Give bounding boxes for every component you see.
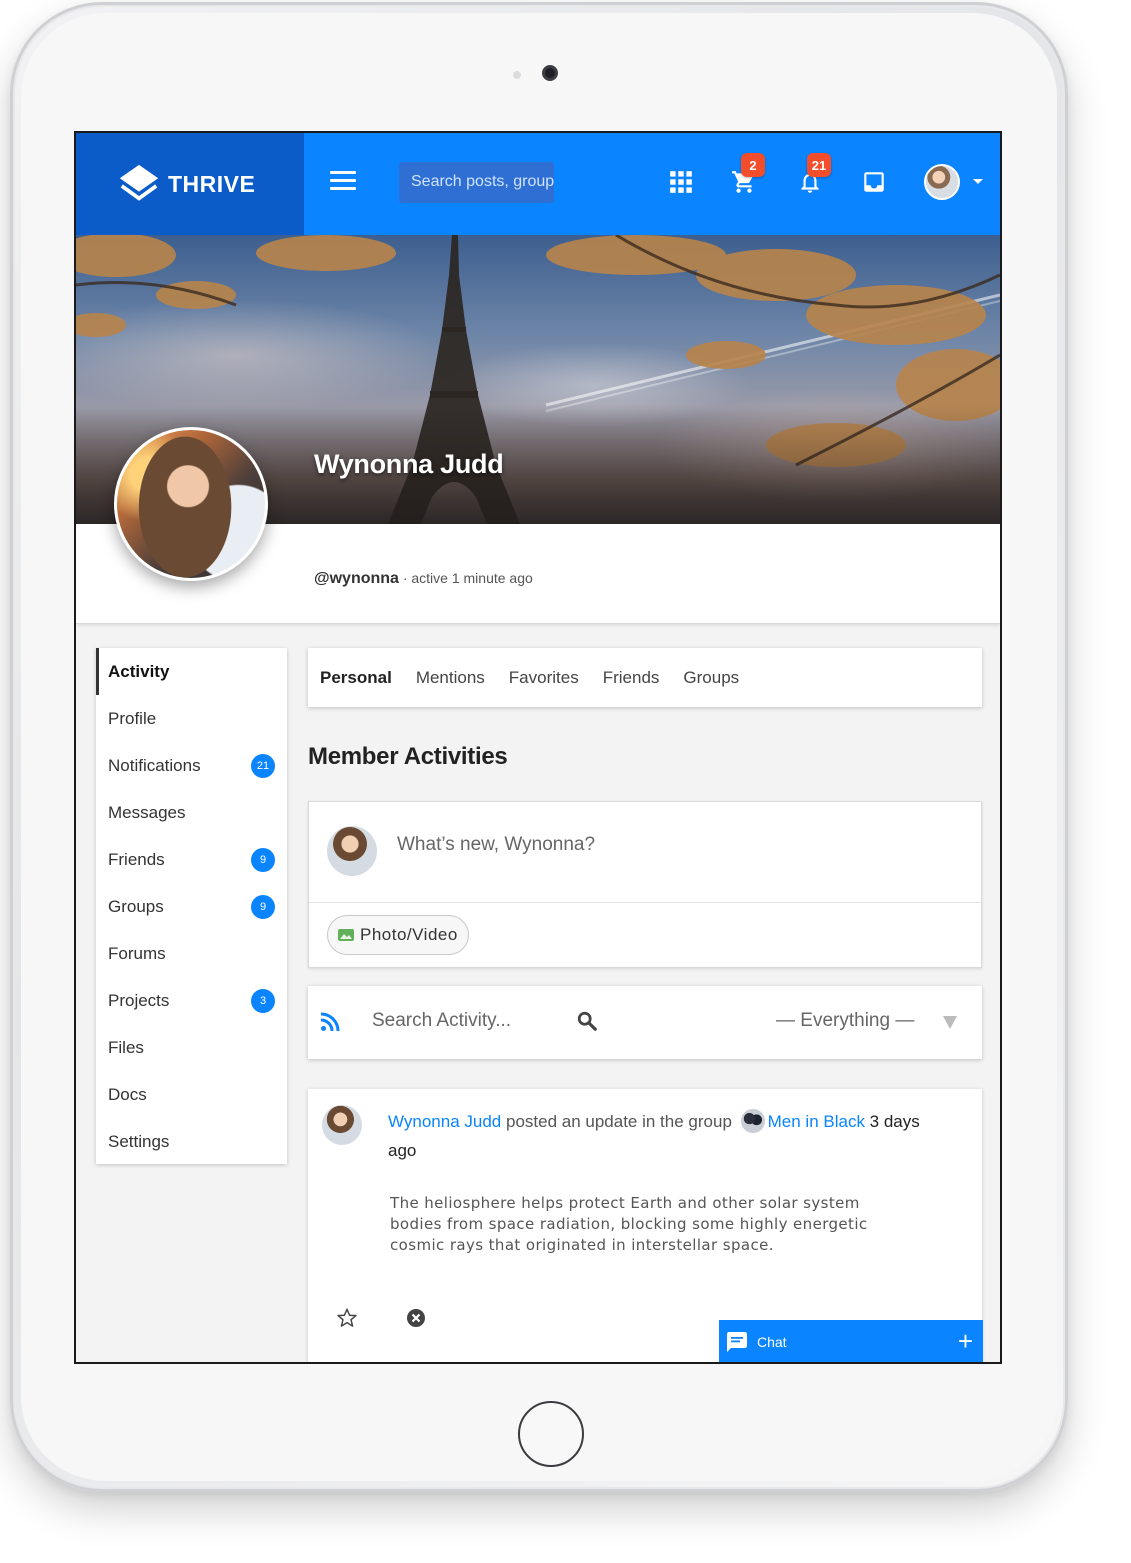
sidebar-item-friends[interactable]: Friends 9 bbox=[96, 836, 287, 883]
sidebar-item-label: Activity bbox=[108, 661, 170, 681]
chat-bar[interactable]: Chat + bbox=[719, 1320, 983, 1362]
front-camera bbox=[542, 65, 558, 81]
sidebar-item-docs[interactable]: Docs bbox=[96, 1071, 287, 1118]
home-button[interactable] bbox=[518, 1401, 584, 1467]
cart-icon[interactable]: 2 bbox=[729, 153, 765, 197]
projects-count-badge: 3 bbox=[251, 988, 275, 1013]
user-avatar[interactable] bbox=[924, 164, 960, 200]
inbox-icon[interactable] bbox=[859, 167, 889, 197]
sidebar-item-label: Messages bbox=[108, 802, 186, 822]
global-search-input[interactable]: Search posts, groups bbox=[399, 162, 554, 203]
bell-icon[interactable]: 21 bbox=[795, 153, 831, 197]
sidebar-item-label: Groups bbox=[108, 896, 164, 916]
hamburger-menu-icon[interactable] bbox=[330, 171, 356, 193]
brand-logo[interactable]: THRIVE bbox=[76, 133, 304, 235]
profile-handle: @wynonna bbox=[314, 570, 399, 587]
last-active-status: · active 1 minute ago bbox=[398, 570, 533, 586]
post-body: The heliosphere helps protect Earth and … bbox=[390, 1194, 868, 1254]
sidebar-item-activity[interactable]: Activity bbox=[96, 648, 287, 695]
notifications-count-badge: 21 bbox=[251, 753, 275, 778]
post-group-link[interactable]: Men in Black bbox=[768, 1112, 865, 1131]
tab-mentions[interactable]: Mentions bbox=[416, 668, 485, 688]
apps-grid-icon[interactable] bbox=[666, 167, 696, 197]
delete-icon[interactable] bbox=[406, 1308, 426, 1328]
search-icon[interactable] bbox=[576, 1010, 598, 1032]
layers-logo-icon bbox=[119, 164, 159, 201]
sidebar-item-label: Friends bbox=[108, 849, 165, 869]
post-author-avatar[interactable] bbox=[322, 1105, 362, 1145]
tab-personal[interactable]: Personal bbox=[320, 668, 392, 688]
post-composer: What’s new, Wynonna? Photo/Video bbox=[308, 801, 982, 968]
profile-sidebar-nav: Activity Profile Notifications 21 Message… bbox=[96, 648, 287, 1164]
activity-search-input[interactable]: Search Activity... bbox=[372, 1010, 511, 1032]
sidebar-item-label: Files bbox=[108, 1037, 144, 1057]
favorite-star-icon[interactable] bbox=[336, 1307, 358, 1329]
screen: THRIVE Search posts, groups 2 21 Wynonna… bbox=[74, 131, 1002, 1364]
sidebar-item-label: Projects bbox=[108, 990, 170, 1010]
brand-name: THRIVE bbox=[168, 170, 256, 197]
activity-filter-select[interactable]: — Everything — bbox=[776, 1010, 914, 1032]
divider bbox=[309, 902, 981, 903]
notification-count-badge: 21 bbox=[807, 153, 831, 177]
tab-favorites[interactable]: Favorites bbox=[509, 668, 579, 688]
top-navigation-bar: THRIVE Search posts, groups 2 21 bbox=[76, 133, 1000, 235]
sidebar-item-label: Docs bbox=[108, 1084, 147, 1104]
dropdown-caret-icon[interactable] bbox=[943, 1016, 957, 1029]
post-action-text: posted an update in the group bbox=[501, 1112, 737, 1131]
sidebar-item-projects[interactable]: Projects 3 bbox=[96, 977, 287, 1024]
profile-avatar[interactable] bbox=[114, 427, 268, 581]
activity-search-bar: Search Activity... — Everything — bbox=[308, 986, 982, 1059]
whats-new-input[interactable]: What’s new, Wynonna? bbox=[397, 834, 595, 856]
section-title: Member Activities bbox=[308, 743, 508, 770]
composer-avatar bbox=[327, 826, 377, 876]
chat-bubble-icon bbox=[727, 1332, 747, 1352]
cart-count-badge: 2 bbox=[741, 153, 765, 177]
sidebar-item-groups[interactable]: Groups 9 bbox=[96, 883, 287, 930]
profile-name: Wynonna Judd bbox=[314, 449, 504, 479]
sidebar-item-files[interactable]: Files bbox=[96, 1024, 287, 1071]
sidebar-item-label: Forums bbox=[108, 943, 166, 963]
sensor-dot bbox=[513, 71, 521, 79]
sidebar-item-forums[interactable]: Forums bbox=[96, 930, 287, 977]
tab-friends[interactable]: Friends bbox=[603, 668, 660, 688]
profile-handle-line: @wynonna · active 1 minute ago bbox=[314, 570, 533, 588]
activity-tabs: Personal Mentions Favorites Friends Grou… bbox=[308, 648, 982, 707]
tab-groups[interactable]: Groups bbox=[683, 668, 739, 688]
rss-feed-icon[interactable] bbox=[320, 1012, 340, 1032]
post-author-link[interactable]: Wynonna Judd bbox=[388, 1112, 501, 1131]
group-avatar bbox=[740, 1109, 765, 1133]
sidebar-item-profile[interactable]: Profile bbox=[96, 695, 287, 742]
sidebar-item-label: Profile bbox=[108, 708, 157, 728]
photo-video-label: Photo/Video bbox=[360, 925, 458, 944]
chat-label: Chat bbox=[757, 1334, 787, 1350]
sidebar-item-settings[interactable]: Settings bbox=[96, 1118, 287, 1165]
sidebar-item-messages[interactable]: Messages bbox=[96, 789, 287, 836]
chat-plus-icon[interactable]: + bbox=[958, 1328, 973, 1354]
image-icon bbox=[338, 929, 354, 941]
caret-down-icon[interactable] bbox=[973, 179, 983, 184]
sidebar-item-label: Settings bbox=[108, 1131, 170, 1151]
friends-count-badge: 9 bbox=[251, 847, 275, 872]
groups-count-badge: 9 bbox=[251, 894, 275, 919]
post-header: Wynonna Judd posted an update in the gro… bbox=[388, 1107, 928, 1165]
sidebar-item-label: Notifications bbox=[108, 755, 201, 775]
photo-video-button[interactable]: Photo/Video bbox=[327, 915, 469, 955]
sidebar-item-notifications[interactable]: Notifications 21 bbox=[96, 742, 287, 789]
